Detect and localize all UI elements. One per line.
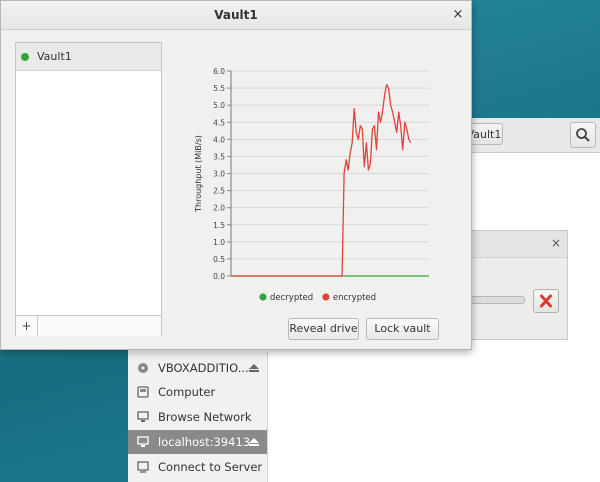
y-tick-label: 2.0	[213, 204, 225, 213]
place-vboxadditions[interactable]: VBOXADDITIO...	[128, 356, 267, 380]
y-tick-label: 5.0	[213, 101, 225, 110]
window-titlebar: Vault1 ×	[1, 1, 471, 30]
window-close-button[interactable]: ×	[450, 7, 466, 23]
legend-label-decrypted: decrypted	[270, 293, 313, 303]
reveal-drive-button[interactable]: Reveal drive	[288, 318, 359, 340]
window-title: Vault1	[214, 8, 258, 22]
y-tick-label: 4.0	[213, 135, 225, 144]
search-icon	[576, 128, 590, 142]
lock-vault-button[interactable]: Lock vault	[366, 318, 439, 340]
series-line-encrypted	[231, 84, 412, 277]
place-browse-network[interactable]: Browse Network	[128, 405, 267, 429]
server-icon	[137, 461, 149, 473]
place-localhost[interactable]: localhost:39413	[128, 430, 267, 454]
place-label: VBOXADDITIO...	[158, 361, 249, 375]
vault-name: Vault1	[37, 50, 72, 63]
place-connect-to-server[interactable]: Connect to Server	[128, 455, 267, 479]
add-vault-button[interactable]: +	[16, 316, 38, 336]
optical-disc-icon	[138, 363, 148, 373]
y-tick-label: 0.5	[213, 255, 225, 264]
y-tick-label: 1.5	[213, 221, 225, 230]
dialog-close-button[interactable]: ×	[549, 236, 563, 250]
legend-marker-encrypted	[322, 293, 330, 301]
places-sidebar: VBOXADDITIO... Computer Browse Network l…	[128, 352, 268, 482]
y-tick-label: 0.0	[213, 272, 225, 281]
legend-marker-decrypted	[259, 293, 267, 301]
y-tick-label: 5.5	[213, 84, 225, 93]
legend-label-encrypted: encrypted	[333, 293, 376, 303]
vault-status-indicator	[21, 53, 29, 61]
computer-icon	[137, 386, 149, 398]
vault-list: Vault1 +	[15, 42, 162, 336]
place-label: Connect to Server	[158, 460, 263, 474]
eject-icon[interactable]	[249, 364, 259, 372]
place-label: Browse Network	[158, 410, 252, 424]
search-button[interactable]	[570, 122, 596, 148]
network-icon	[137, 411, 149, 422]
y-tick-label: 4.5	[213, 118, 225, 127]
y-tick-label: 2.5	[213, 187, 225, 196]
vault-list-item[interactable]: Vault1	[16, 43, 161, 71]
cancel-icon	[540, 294, 552, 308]
eject-icon[interactable]	[249, 438, 259, 446]
place-computer[interactable]: Computer	[128, 380, 267, 404]
throughput-chart: 0.0 0.5 1.0 1.5 2.0 2.5 3.0 3.5 4.0 4.5 5.0 5.5 6.0 T…	[194, 67, 429, 303]
y-axis-label: Throughput (MiB/s)	[194, 135, 203, 213]
vault-window: Vault1 × Vault1 + 0.0 0.5 1.0 1.5 2.0 2.5 3.0 3…	[0, 0, 472, 350]
vault-list-toolbar: +	[16, 315, 161, 336]
place-label: localhost:39413	[158, 435, 251, 449]
y-tick-label: 1.0	[213, 238, 225, 247]
y-tick-label: 3.0	[213, 170, 225, 179]
cancel-operation-button[interactable]	[533, 289, 559, 313]
y-tick-label: 3.5	[213, 152, 225, 161]
place-label: Computer	[158, 385, 216, 399]
network-drive-icon	[137, 436, 149, 447]
y-tick-label: 6.0	[213, 67, 225, 76]
